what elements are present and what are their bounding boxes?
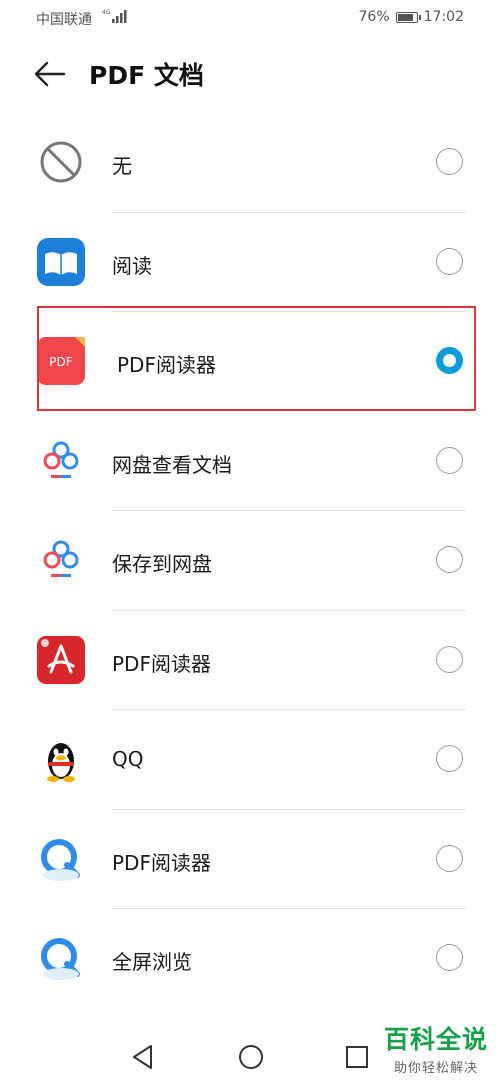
radio-button[interactable] [436,247,463,275]
option-label: 保存到网盘 [112,552,212,576]
watermark: 百科全说 助你轻松解决 [376,1020,496,1076]
nav-home-button[interactable] [236,1042,266,1072]
signal-icon: 4G [102,8,128,28]
option-label: 阅读 [112,253,152,278]
status-bar: 中国联通 4G 76% 17:02 [0,0,500,36]
option-label: PDF阅读器 [112,850,211,875]
radio-button[interactable] [436,645,463,673]
baidu-cloud-icon [37,437,85,485]
option-label: 无 [112,154,132,178]
qq-browser-icon [37,934,85,982]
option-row-pdf-reader-selected[interactable]: PDF PDF阅读器 [0,312,500,412]
clock: 17:02 [423,9,464,25]
radio-button-checked[interactable] [436,347,463,374]
watermark-title: 百科全说 [383,1025,488,1054]
page-title: PDF 文档 [89,61,204,90]
qq-penguin-icon [37,735,85,783]
radio-button[interactable] [436,148,463,175]
status-right: 76% 17:02 [359,9,464,25]
qq-browser-icon [37,835,85,883]
option-row-cloud-view[interactable]: 网盘查看文档 [0,412,500,511]
option-label: QQ [112,747,144,771]
option-row-acrobat[interactable]: PDF阅读器 [0,611,500,710]
option-label: 全屏浏览 [112,950,192,974]
book-reader-icon [37,237,85,286]
option-row-save-cloud[interactable]: 保存到网盘 [0,511,500,611]
app-header: PDF 文档 [0,40,500,110]
option-row-read[interactable]: 阅读 [0,213,500,312]
radio-button[interactable] [436,944,463,971]
option-row-qq[interactable]: QQ [0,710,500,810]
nav-recents-button[interactable] [342,1042,372,1072]
option-row-fullscreen[interactable]: 全屏浏览 [0,909,500,1009]
carrier-name: 中国联通 [36,12,92,28]
option-label: PDF阅读器 [117,353,216,377]
baidu-cloud-icon [37,536,85,584]
circle-home-icon [239,1045,263,1069]
back-button[interactable] [30,56,70,92]
radio-button[interactable] [436,546,463,573]
option-label: PDF阅读器 [112,651,211,676]
pdf-red-icon: PDF [37,337,85,385]
watermark-subtitle: 助你轻松解决 [393,1061,478,1076]
pdf-icon-text: PDF [49,355,72,369]
option-label: 网盘查看文档 [112,452,232,477]
square-recents-icon [346,1046,368,1068]
arrow-left-icon [34,61,66,87]
battery-percent: 76% [358,9,390,25]
radio-button[interactable] [436,745,463,772]
radio-button[interactable] [436,446,463,474]
nav-back-button[interactable] [128,1042,158,1072]
network-type: 4G [102,9,111,16]
app-option-list: 无 阅读 PDF PDF阅读器 网盘查看文档 保存到网盘 PDF阅读器 QQ P… [0,113,500,1009]
option-row-none[interactable]: 无 [0,113,500,213]
acrobat-icon [37,635,85,684]
battery-icon [395,11,421,23]
none-circle-icon [37,138,85,186]
radio-button[interactable] [436,844,463,872]
option-row-qq-browser-pdf[interactable]: PDF阅读器 [0,810,500,909]
triangle-back-icon [133,1045,152,1069]
